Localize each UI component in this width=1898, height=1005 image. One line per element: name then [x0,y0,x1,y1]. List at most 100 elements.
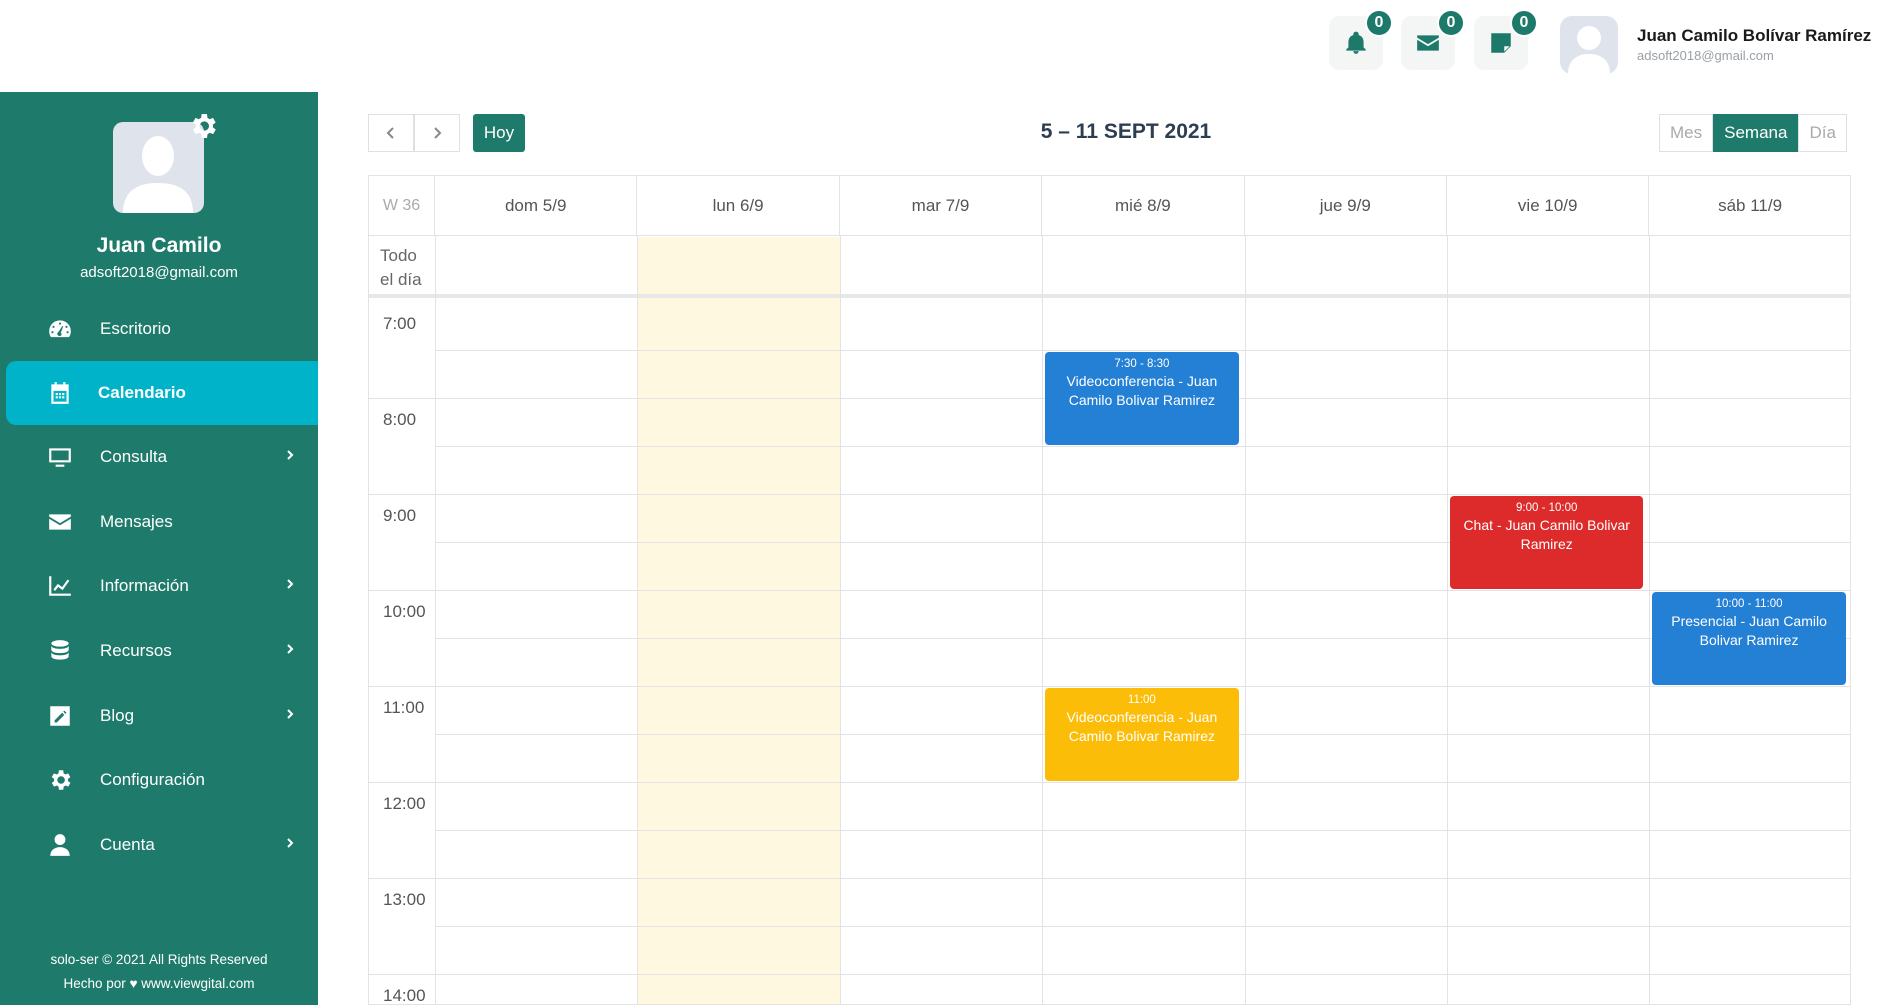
header-user-email: adsoft2018@gmail.com [1637,48,1774,63]
bell-icon [1346,31,1366,54]
calendar-event[interactable]: 9:00 - 10:00 Chat - Juan Camilo Bolivar R… [1450,496,1644,589]
column-divider [637,236,639,1004]
sidebar-item-cuenta[interactable]: Cuenta [0,813,318,877]
gear-icon [192,114,216,138]
time-label: 7:00 [383,314,417,333]
column-divider [1042,236,1044,1004]
sidebar-item-recursos[interactable]: Recursos [0,619,318,683]
monitor-icon [46,443,74,471]
chevron-right-icon [434,127,442,139]
chevron-right-icon [284,577,296,595]
calendar-event[interactable]: 7:30 - 8:30 Videoconferencia - Juan Camil… [1045,352,1239,445]
calendar-nav [368,114,460,152]
half-hour-line [435,638,1850,639]
time-label: 14:00 [383,986,426,1005]
footer-copyright: solo-ser © 2021 All Rights Reserved [50,952,268,967]
time-label: 9:00 [383,506,417,525]
sidebar-item-label: Configuración [100,770,205,789]
sidebar-item-label: Calendario [98,383,186,402]
hour-line [369,974,1850,975]
top-bar: 0 0 0 Juan Camilo Bolívar Ramírez adsoft… [0,0,1898,92]
prev-week-button[interactable] [368,114,414,152]
time-label: 12:00 [383,794,426,813]
today-button[interactable]: Hoy [473,114,525,152]
sidebar-item-consulta[interactable]: Consulta [0,425,318,489]
sidebar-item-label: Mensajes [100,512,173,531]
notes-button[interactable]: 0 [1474,9,1538,70]
sidebar-item-label: Escritorio [100,319,171,338]
hour-line [369,782,1850,783]
sidebar-item-blog[interactable]: Blog [0,684,318,748]
day-header[interactable]: jue 9/9 [1245,176,1447,236]
time-label: 8:00 [383,410,417,429]
sidebar-item-calendario[interactable]: Calendario [6,361,318,425]
time-label: 13:00 [383,890,426,909]
chevron-right-icon [284,642,296,660]
view-week-button[interactable]: Semana [1713,114,1799,152]
event-title: Presencial - Juan Camilo Bolivar Ramirez [1671,613,1827,648]
notifications-button[interactable]: 0 [1329,9,1393,70]
envelope-icon [1417,35,1439,51]
sidebar-item-label: Cuenta [100,835,155,854]
event-title: Chat - Juan Camilo Bolivar Ramirez [1463,517,1630,552]
sidebar-user-name: Juan Camilo [96,234,222,257]
hour-line [369,494,1850,495]
day-header[interactable]: lun 6/9 [637,176,840,236]
chart-line-icon [46,572,74,600]
avatar[interactable] [1560,16,1618,74]
event-time: 11:00 [1127,694,1156,706]
day-header[interactable]: sáb 11/9 [1649,176,1850,236]
next-week-button[interactable] [414,114,460,152]
profile-settings-button[interactable] [187,110,219,142]
today-column [637,237,840,1004]
notifications-badge: 0 [1365,9,1393,37]
column-divider [839,236,841,1004]
calendar-event[interactable]: 11:00 Videoconferencia - Juan Camilo Boli… [1045,688,1239,781]
sidebar-item-label: Recursos [100,641,172,660]
allday-label: Todo el día [380,246,422,289]
footer-made-by[interactable]: Hecho por ♥ www.viewgital.com [0,976,318,991]
grid-header: W 36 dom 5/9 lun 6/9 mar 7/9 mié 8/9 jue 9/9… [369,176,1850,236]
day-header[interactable]: mar 7/9 [840,176,1043,236]
event-time: 10:00 - 11:00 [1715,598,1783,610]
messages-badge: 0 [1437,9,1465,37]
sidebar: Juan Camilo adsoft2018@gmail.com Escrito… [0,92,318,1005]
chevron-left-icon [386,127,394,139]
half-hour-line [435,350,1850,351]
calendar-icon [46,379,74,407]
view-month-button[interactable]: Mes [1659,114,1714,152]
week-grid: W 36 dom 5/9 lun 6/9 mar 7/9 mié 8/9 jue 9/9… [368,175,1851,1005]
sidebar-item-label: Blog [100,706,135,725]
header-user-name: Juan Camilo Bolívar Ramírez [1637,26,1872,45]
sidebar-item-mensajes[interactable]: Mensajes [0,490,318,554]
dashboard-icon [46,315,74,343]
calendar-title: 5 – 11 SEPT 2021 [1040,120,1212,143]
day-header[interactable]: dom 5/9 [435,176,638,236]
sidebar-item-informacion[interactable]: Información [0,554,318,618]
event-time: 7:30 - 8:30 [1114,358,1170,370]
hour-line [369,878,1850,879]
day-header[interactable]: mié 8/9 [1042,176,1245,236]
column-divider [1244,236,1246,1004]
event-time: 9:00 - 10:00 [1516,502,1578,514]
view-switcher: Mes Semana Día [1659,114,1847,152]
column-divider [435,236,436,1004]
envelope-icon [46,508,74,536]
event-title: Videoconferencia - Juan Camilo Bolivar R… [1066,373,1218,408]
column-divider [1447,236,1448,1004]
sidebar-item-configuracion[interactable]: Configuración [0,748,318,812]
hour-line [369,686,1850,687]
time-label: 10:00 [383,602,426,621]
sidebar-item-escritorio[interactable]: Escritorio [0,297,318,361]
view-day-button[interactable]: Día [1798,114,1847,152]
day-header[interactable]: vie 10/9 [1447,176,1650,236]
sidebar-item-label: Información [100,576,189,595]
allday-row: Todo el día [369,236,1850,298]
edit-icon [46,702,74,730]
calendar-event[interactable]: 10:00 - 11:00 Presencial - Juan Camilo Bo… [1652,592,1846,685]
user-silhouette-icon [1568,26,1610,74]
week-number: W 36 [369,176,435,236]
messages-button[interactable]: 0 [1401,9,1465,70]
notes-badge: 0 [1510,9,1538,37]
event-title: Videoconferencia - Juan Camilo Bolivar R… [1066,709,1218,744]
